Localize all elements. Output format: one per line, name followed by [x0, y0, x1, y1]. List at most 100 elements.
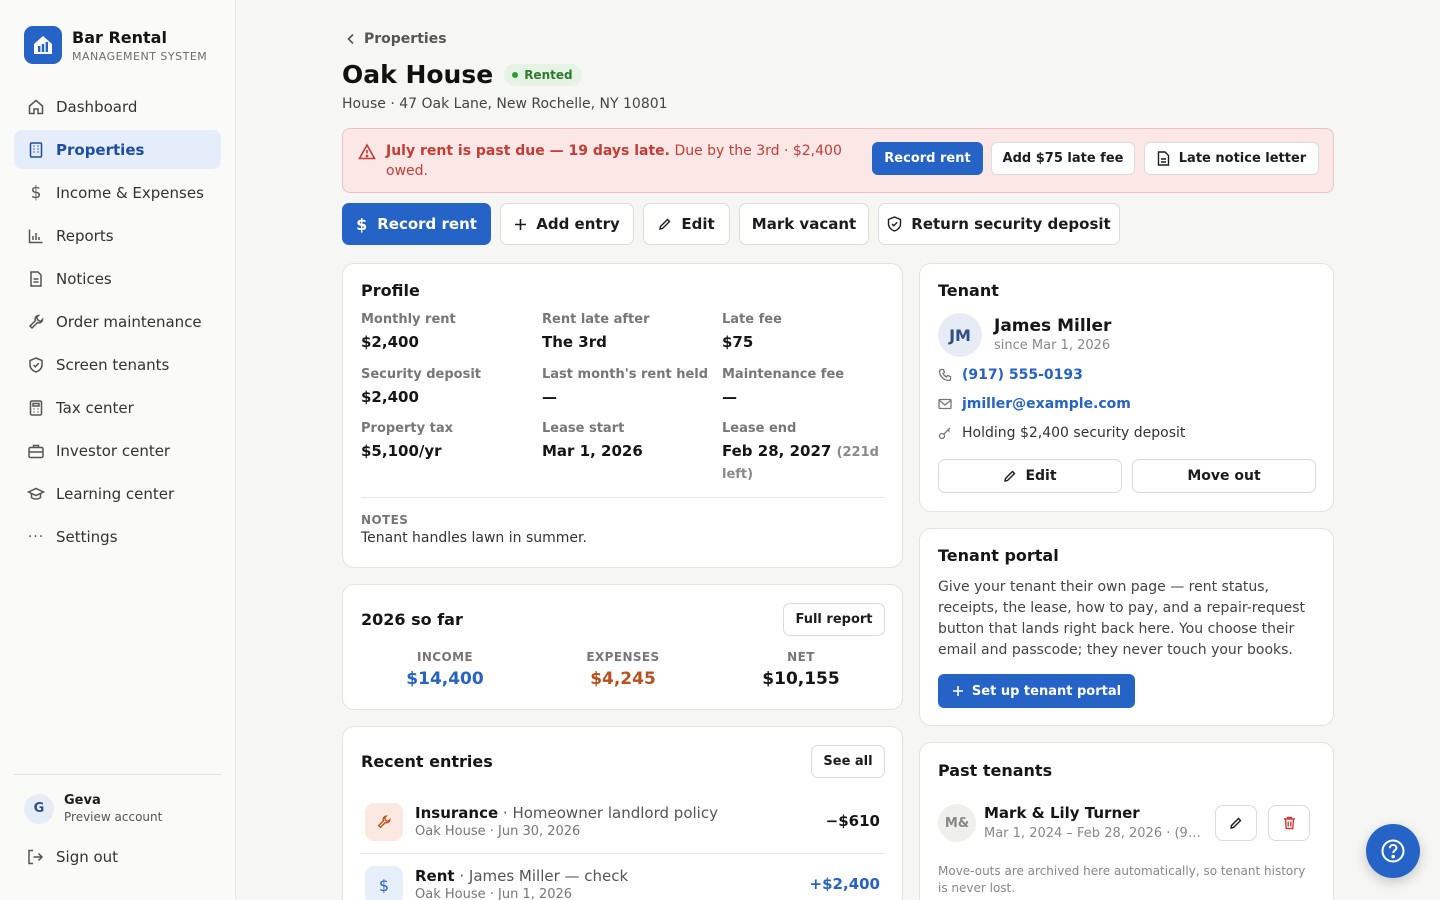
divider: [361, 853, 884, 854]
late-notice-letter-button[interactable]: Late notice letter: [1144, 142, 1319, 175]
tenant-deposit-text: Holding $2,400 security deposit: [962, 425, 1186, 441]
field-label: Rent late after: [542, 312, 650, 327]
entry-title: Insurance · Homeowner landlord policy: [415, 804, 718, 822]
profile-title: Profile: [361, 281, 420, 300]
dollar-icon: $: [30, 182, 42, 203]
field-value: Mar 1, 2026: [542, 442, 643, 460]
add-entry-button[interactable]: Add entry: [500, 203, 634, 245]
past-due-alert: July rent is past due — 19 days late. Du…: [342, 128, 1334, 193]
income-value: $14,400: [406, 669, 484, 689]
sidebar-item-tax-center[interactable]: Tax center: [14, 388, 221, 427]
add-late-fee-button[interactable]: Add $75 late fee: [991, 142, 1135, 175]
sidebar-item-label: Dashboard: [56, 97, 138, 116]
sidebar-item-notices[interactable]: Notices: [14, 259, 221, 298]
breadcrumb[interactable]: Properties: [346, 31, 447, 47]
document-icon: [27, 270, 45, 288]
past-tenants-card: Past tenants M& Mark & Lily Turner Mar 1…: [919, 742, 1334, 900]
sidebar-item-label: Screen tenants: [56, 355, 170, 374]
profile-card: Profile Monthly rent $2,400 Rent late af…: [342, 263, 903, 568]
entry-sub: Oak House · Jun 1, 2026: [415, 887, 573, 900]
tenant-deposit-row: Holding $2,400 security deposit: [938, 425, 1185, 441]
see-all-button[interactable]: See all: [811, 745, 885, 778]
past-title: Past tenants: [938, 761, 1053, 780]
field-value: $75: [722, 333, 754, 351]
wrench-icon: [365, 803, 403, 841]
user-role: Preview account: [64, 810, 163, 824]
sidebar-item-label: Order maintenance: [56, 312, 202, 331]
delete-past-tenant-button[interactable]: [1268, 805, 1310, 841]
alert-record-rent-button[interactable]: Record rent: [872, 142, 983, 175]
sidebar-nav: Dashboard Properties $ Income & Expenses…: [14, 87, 221, 560]
field-label: Last month's rent held: [542, 367, 709, 382]
brand-subtitle: MANAGEMENT SYSTEM: [72, 49, 208, 63]
tenant-portal-card: Tenant portal Give your tenant their own…: [919, 528, 1334, 726]
lease-end-date: Feb 28, 2027: [722, 442, 832, 460]
profile-field-rent-late-after: Rent late after The 3rd: [542, 312, 649, 353]
entry-amount: −$610: [825, 812, 880, 830]
avatar: G: [24, 793, 54, 824]
tenant-phone-link[interactable]: (917) 555-0193: [962, 367, 1083, 383]
full-report-button[interactable]: Full report: [783, 603, 885, 636]
record-rent-label: Record rent: [377, 215, 477, 233]
late-notice-label: Late notice letter: [1178, 151, 1307, 166]
breadcrumb-label: Properties: [364, 31, 447, 47]
list-item[interactable]: $ Rent · James Miller — check Oak House …: [361, 866, 884, 900]
profile-field-monthly-rent: Monthly rent $2,400: [361, 312, 456, 353]
notes-label: NOTES: [361, 513, 409, 527]
sidebar-item-properties[interactable]: Properties: [14, 130, 221, 169]
edit-past-tenant-button[interactable]: [1215, 805, 1257, 841]
logo-icon: [24, 26, 62, 64]
mark-vacant-button[interactable]: Mark vacant: [739, 203, 869, 245]
sidebar-item-dashboard[interactable]: Dashboard: [14, 87, 221, 126]
sidebar-item-investor-center[interactable]: Investor center: [14, 431, 221, 470]
setup-tenant-portal-button[interactable]: Set up tenant portal: [938, 674, 1135, 708]
entry-category: Insurance: [415, 804, 499, 822]
tenant-email-link[interactable]: jmiller@example.com: [962, 396, 1131, 412]
sidebar-item-label: Reports: [56, 226, 114, 245]
move-out-button[interactable]: Move out: [1132, 459, 1316, 493]
shield-check-icon: [888, 216, 902, 232]
edit-button[interactable]: Edit: [643, 203, 730, 245]
list-item[interactable]: Insurance · Homeowner landlord policy Oa…: [361, 803, 884, 859]
property-subtitle: House · 47 Oak Lane, New Rochelle, NY 10…: [342, 96, 668, 112]
tenant-edit-button[interactable]: Edit: [938, 459, 1122, 493]
brand[interactable]: Bar Rental MANAGEMENT SYSTEM: [24, 26, 207, 64]
help-button[interactable]: [1366, 824, 1420, 878]
sign-out-label: Sign out: [56, 848, 119, 866]
past-tenant-dates: Mar 1, 2024 – Feb 28, 2026 · (91...: [984, 826, 1204, 841]
sidebar-item-order-maintenance[interactable]: Order maintenance: [14, 302, 221, 341]
setup-portal-label: Set up tenant portal: [971, 683, 1122, 699]
sidebar-item-screen-tenants[interactable]: Screen tenants: [14, 345, 221, 384]
portal-description: Give your tenant their own page — rent s…: [938, 579, 1306, 658]
field-value: $2,400: [361, 333, 419, 351]
calculator-icon: [27, 399, 45, 417]
sidebar-item-settings[interactable]: ··· Settings: [14, 517, 221, 556]
notes-text: Tenant handles lawn in summer.: [361, 530, 587, 546]
sign-out-button[interactable]: Sign out: [26, 848, 118, 866]
sidebar-item-learning-center[interactable]: Learning center: [14, 474, 221, 513]
shield-check-icon: [27, 356, 45, 374]
profile-field-late-fee: Late fee $75: [722, 312, 782, 353]
sign-out-icon: [26, 848, 44, 866]
record-rent-button[interactable]: $ Record rent: [342, 203, 491, 245]
user-account[interactable]: G Geva Preview account: [24, 793, 162, 824]
return-security-deposit-button[interactable]: Return security deposit: [878, 203, 1120, 245]
entry-category: Rent: [415, 867, 455, 885]
wrench-icon: [27, 313, 45, 331]
expenses-stat: EXPENSES $4,245: [533, 650, 713, 689]
recent-entries-card: Recent entries See all Insurance · Homeo…: [342, 726, 903, 900]
divider: [361, 497, 884, 498]
add-entry-label: Add entry: [536, 215, 620, 233]
field-label: Lease end: [722, 421, 797, 436]
key-icon: [938, 426, 952, 440]
alert-bold: July rent is past due — 19 days late.: [386, 143, 670, 159]
home-icon: [27, 98, 45, 116]
sidebar-item-reports[interactable]: Reports: [14, 216, 221, 255]
ellipsis-icon: ···: [27, 528, 45, 545]
tenant-edit-label: Edit: [1025, 468, 1057, 484]
summary-title: 2026 so far: [361, 610, 463, 629]
tenant-title: Tenant: [938, 281, 999, 300]
dollar-icon: $: [356, 214, 368, 234]
sidebar-item-label: Notices: [56, 269, 112, 288]
sidebar-item-income-expenses[interactable]: $ Income & Expenses: [14, 173, 221, 212]
